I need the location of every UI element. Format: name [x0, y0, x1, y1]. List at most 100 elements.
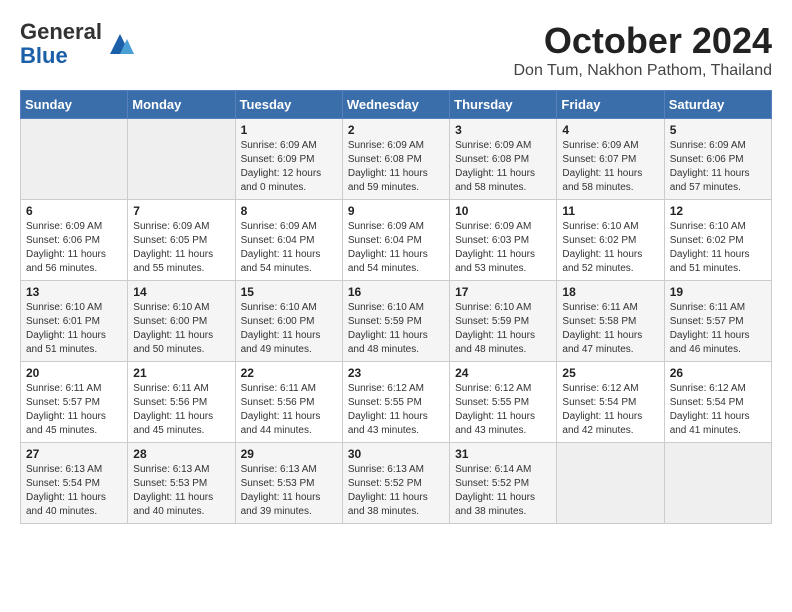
calendar-header-row: SundayMondayTuesdayWednesdayThursdayFrid… — [21, 91, 772, 119]
calendar-week-row: 13 Sunrise: 6:10 AMSunset: 6:01 PMDayligh… — [21, 281, 772, 362]
calendar-header-tuesday: Tuesday — [235, 91, 342, 119]
calendar-cell: 26Sunrise: 6:12 AMSunset: 5:54 PMDayligh… — [664, 362, 771, 443]
day-number: 2 — [348, 123, 444, 137]
day-number: 24 — [455, 366, 551, 380]
day-number: 28 — [133, 447, 229, 461]
day-info: Sunrise: 6:12 AMSunset: 5:54 PMDaylight:… — [562, 382, 658, 438]
day-number: 23 — [348, 366, 444, 380]
calendar-cell: 31 Sunrise: 6:14 AMSunset: 5:52 PMDayligh… — [450, 443, 557, 524]
calendar-cell: 28Sunrise: 6:13 AMSunset: 5:53 PMDayligh… — [128, 443, 235, 524]
day-info: Sunrise: 6:10 AMSunset: 6:01 PMDaylight:… — [26, 301, 122, 357]
day-number: 25 — [562, 366, 658, 380]
day-info: Sunrise: 6:09 AMSunset: 6:09 PMDaylight:… — [241, 139, 337, 195]
day-number: 31 — [455, 447, 551, 461]
day-info: Sunrise: 6:10 AMSunset: 5:59 PMDaylight:… — [348, 301, 444, 357]
day-info: Sunrise: 6:12 AMSunset: 5:55 PMDaylight:… — [455, 382, 551, 438]
calendar-cell — [557, 443, 664, 524]
calendar-cell: 30 Sunrise: 6:13 AMSunset: 5:52 PMDayligh… — [342, 443, 449, 524]
calendar-cell: 24 Sunrise: 6:12 AMSunset: 5:55 PMDayligh… — [450, 362, 557, 443]
location: Don Tum, Nakhon Pathom, Thailand — [513, 62, 772, 80]
day-info: Sunrise: 6:13 AMSunset: 5:53 PMDaylight:… — [241, 463, 337, 519]
calendar-cell: 8 Sunrise: 6:09 AMSunset: 6:04 PMDaylight… — [235, 200, 342, 281]
day-number: 18 — [562, 285, 658, 299]
calendar-cell: 12 Sunrise: 6:10 AMSunset: 6:02 PMDayligh… — [664, 200, 771, 281]
calendar-week-row: 20Sunrise: 6:11 AMSunset: 5:57 PMDayligh… — [21, 362, 772, 443]
calendar-cell: 20Sunrise: 6:11 AMSunset: 5:57 PMDayligh… — [21, 362, 128, 443]
day-info: Sunrise: 6:11 AMSunset: 5:56 PMDaylight:… — [133, 382, 229, 438]
day-info: Sunrise: 6:10 AMSunset: 5:59 PMDaylight:… — [455, 301, 551, 357]
calendar-cell — [128, 119, 235, 200]
day-info: Sunrise: 6:09 AMSunset: 6:03 PMDaylight:… — [455, 220, 551, 276]
calendar-cell: 13 Sunrise: 6:10 AMSunset: 6:01 PMDayligh… — [21, 281, 128, 362]
day-info: Sunrise: 6:11 AMSunset: 5:57 PMDaylight:… — [670, 301, 766, 357]
calendar-cell: 6 Sunrise: 6:09 AMSunset: 6:06 PMDaylight… — [21, 200, 128, 281]
day-info: Sunrise: 6:11 AMSunset: 5:56 PMDaylight:… — [241, 382, 337, 438]
day-info: Sunrise: 6:09 AMSunset: 6:04 PMDaylight:… — [348, 220, 444, 276]
calendar-cell: 10 Sunrise: 6:09 AMSunset: 6:03 PMDayligh… — [450, 200, 557, 281]
day-info: Sunrise: 6:09 AMSunset: 6:06 PMDaylight:… — [670, 139, 766, 195]
calendar-cell: 27 Sunrise: 6:13 AMSunset: 5:54 PMDayligh… — [21, 443, 128, 524]
calendar-cell: 22 Sunrise: 6:11 AMSunset: 5:56 PMDayligh… — [235, 362, 342, 443]
day-number: 6 — [26, 204, 122, 218]
day-number: 29 — [241, 447, 337, 461]
day-number: 14 — [133, 285, 229, 299]
day-number: 8 — [241, 204, 337, 218]
calendar-header-thursday: Thursday — [450, 91, 557, 119]
day-number: 15 — [241, 285, 337, 299]
day-info: Sunrise: 6:10 AMSunset: 6:00 PMDaylight:… — [133, 301, 229, 357]
day-number: 1 — [241, 123, 337, 137]
day-number: 30 — [348, 447, 444, 461]
day-number: 4 — [562, 123, 658, 137]
day-info: Sunrise: 6:09 AMSunset: 6:07 PMDaylight:… — [562, 139, 658, 195]
day-info: Sunrise: 6:09 AMSunset: 6:04 PMDaylight:… — [241, 220, 337, 276]
calendar-header-sunday: Sunday — [21, 91, 128, 119]
day-number: 17 — [455, 285, 551, 299]
day-number: 10 — [455, 204, 551, 218]
calendar-header-monday: Monday — [128, 91, 235, 119]
day-number: 3 — [455, 123, 551, 137]
day-info: Sunrise: 6:13 AMSunset: 5:54 PMDaylight:… — [26, 463, 122, 519]
calendar-cell: 11Sunrise: 6:10 AMSunset: 6:02 PMDayligh… — [557, 200, 664, 281]
calendar-cell: 16Sunrise: 6:10 AMSunset: 5:59 PMDayligh… — [342, 281, 449, 362]
calendar-cell: 1 Sunrise: 6:09 AMSunset: 6:09 PMDaylight… — [235, 119, 342, 200]
calendar-header-wednesday: Wednesday — [342, 91, 449, 119]
day-number: 12 — [670, 204, 766, 218]
day-info: Sunrise: 6:12 AMSunset: 5:54 PMDaylight:… — [670, 382, 766, 438]
logo: General Blue — [20, 20, 135, 68]
day-number: 20 — [26, 366, 122, 380]
day-info: Sunrise: 6:14 AMSunset: 5:52 PMDaylight:… — [455, 463, 551, 519]
logo-text: General Blue — [20, 20, 102, 68]
day-info: Sunrise: 6:11 AMSunset: 5:58 PMDaylight:… — [562, 301, 658, 357]
calendar-cell: 19 Sunrise: 6:11 AMSunset: 5:57 PMDayligh… — [664, 281, 771, 362]
calendar-week-row: 1 Sunrise: 6:09 AMSunset: 6:09 PMDaylight… — [21, 119, 772, 200]
day-number: 19 — [670, 285, 766, 299]
page-header: General Blue October 2024 Don Tum, Nakho… — [20, 20, 772, 80]
calendar-cell: 14 Sunrise: 6:10 AMSunset: 6:00 PMDayligh… — [128, 281, 235, 362]
day-info: Sunrise: 6:13 AMSunset: 5:52 PMDaylight:… — [348, 463, 444, 519]
calendar-table: SundayMondayTuesdayWednesdayThursdayFrid… — [20, 90, 772, 524]
day-number: 9 — [348, 204, 444, 218]
day-info: Sunrise: 6:12 AMSunset: 5:55 PMDaylight:… — [348, 382, 444, 438]
month-title: October 2024 — [513, 20, 772, 62]
day-info: Sunrise: 6:09 AMSunset: 6:08 PMDaylight:… — [348, 139, 444, 195]
calendar-cell: 21 Sunrise: 6:11 AMSunset: 5:56 PMDayligh… — [128, 362, 235, 443]
calendar-cell: 18 Sunrise: 6:11 AMSunset: 5:58 PMDayligh… — [557, 281, 664, 362]
day-info: Sunrise: 6:10 AMSunset: 6:02 PMDaylight:… — [670, 220, 766, 276]
day-number: 5 — [670, 123, 766, 137]
calendar-cell: 7 Sunrise: 6:09 AMSunset: 6:05 PMDaylight… — [128, 200, 235, 281]
calendar-cell: 15Sunrise: 6:10 AMSunset: 6:00 PMDayligh… — [235, 281, 342, 362]
calendar-header-friday: Friday — [557, 91, 664, 119]
calendar-cell: 25 Sunrise: 6:12 AMSunset: 5:54 PMDayligh… — [557, 362, 664, 443]
day-info: Sunrise: 6:09 AMSunset: 6:08 PMDaylight:… — [455, 139, 551, 195]
logo-blue: Blue — [20, 43, 68, 68]
day-number: 27 — [26, 447, 122, 461]
calendar-cell: 2 Sunrise: 6:09 AMSunset: 6:08 PMDaylight… — [342, 119, 449, 200]
calendar-cell: 4 Sunrise: 6:09 AMSunset: 6:07 PMDaylight… — [557, 119, 664, 200]
day-number: 21 — [133, 366, 229, 380]
day-info: Sunrise: 6:09 AMSunset: 6:06 PMDaylight:… — [26, 220, 122, 276]
day-number: 22 — [241, 366, 337, 380]
day-number: 13 — [26, 285, 122, 299]
calendar-cell: 29 Sunrise: 6:13 AMSunset: 5:53 PMDayligh… — [235, 443, 342, 524]
day-info: Sunrise: 6:09 AMSunset: 6:05 PMDaylight:… — [133, 220, 229, 276]
day-number: 7 — [133, 204, 229, 218]
